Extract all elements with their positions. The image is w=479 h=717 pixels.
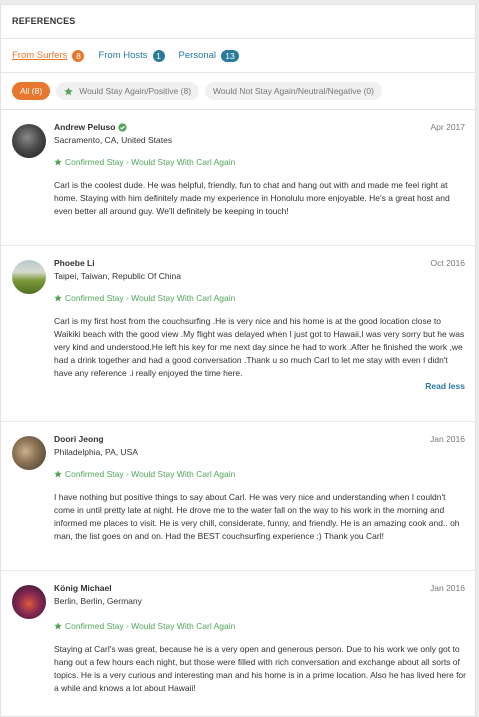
confirmed-stay: Confirmed Stay - Would Stay With Carl Ag… xyxy=(54,157,235,167)
review-text: Carl is the coolest dude. He was helpful… xyxy=(54,180,450,216)
confirmed-stay: Confirmed Stay - Would Stay With Carl Ag… xyxy=(54,469,235,479)
review-text: Staying at Carl's was great, because he … xyxy=(54,644,466,693)
star-icon xyxy=(54,158,62,166)
verified-icon xyxy=(118,122,128,132)
section-title: REFERENCES xyxy=(1,5,475,39)
count-badge: 1 xyxy=(152,49,165,62)
filter-label: Would Not Stay Again/Neutral/Negative (0… xyxy=(213,86,374,96)
review-date: Jan 2016 xyxy=(430,583,465,593)
reference-item: Doori Jeong Philadelphia, PA, USA Jan 20… xyxy=(1,422,475,571)
count-badge: 8 xyxy=(72,49,85,62)
tab-label: From Hosts xyxy=(98,49,148,61)
reviewer-location: Philadelphia, PA, USA xyxy=(54,447,138,457)
tab-label: Personal xyxy=(178,49,217,61)
tab-from-surfers[interactable]: From Surfers 8 xyxy=(12,49,85,62)
review-date: Oct 2016 xyxy=(430,258,466,268)
review-text: Carl is my first host from the couchsurf… xyxy=(54,316,465,378)
avatar[interactable] xyxy=(12,260,46,294)
avatar[interactable] xyxy=(12,124,46,158)
reviewer-location: Sacramento, CA, United States xyxy=(54,135,173,145)
review-text: I have nothing but positive things to sa… xyxy=(54,492,460,541)
references-panel: REFERENCES From Surfers 8 From Hosts 1 P… xyxy=(0,4,476,717)
filter-label: Would Stay Again/Positive (8) xyxy=(79,86,192,96)
filter-negative[interactable]: Would Not Stay Again/Neutral/Negative (0… xyxy=(205,82,382,100)
avatar[interactable] xyxy=(12,585,46,619)
read-less-link[interactable]: Read less xyxy=(425,381,465,391)
star-icon xyxy=(64,86,73,95)
tab-label: From Surfers xyxy=(12,49,68,61)
filter-label: All (8) xyxy=(20,86,43,96)
tab-personal[interactable]: Personal 13 xyxy=(178,49,240,62)
review-date: Apr 2017 xyxy=(430,122,466,132)
count-badge: 13 xyxy=(221,49,240,62)
avatar[interactable] xyxy=(12,436,46,470)
reviewer-name[interactable]: Phoebe Li xyxy=(54,258,95,268)
star-icon xyxy=(54,294,62,302)
filter-positive[interactable]: Would Stay Again/Positive (8) xyxy=(56,82,200,100)
reference-item: König Michael Berlin, Berlin, Germany Ja… xyxy=(1,571,475,716)
reviewer-location: Berlin, Berlin, Germany xyxy=(54,596,142,606)
reviewer-name[interactable]: König Michael xyxy=(54,583,112,593)
reference-tabs: From Surfers 8 From Hosts 1 Personal 13 xyxy=(1,39,475,73)
star-icon xyxy=(54,622,62,630)
reviewer-location: Taipei, Taiwan, Republic Of China xyxy=(54,271,181,281)
tab-from-hosts[interactable]: From Hosts 1 xyxy=(98,49,165,62)
reference-item: Phoebe Li Taipei, Taiwan, Republic Of Ch… xyxy=(1,246,475,422)
filter-all[interactable]: All (8) xyxy=(12,82,51,100)
star-icon xyxy=(54,470,62,478)
reviewer-name[interactable]: Doori Jeong xyxy=(54,434,104,444)
reviewer-name[interactable]: Andrew Peluso xyxy=(54,122,128,132)
confirmed-stay: Confirmed Stay - Would Stay With Carl Ag… xyxy=(54,293,235,303)
confirmed-stay: Confirmed Stay - Would Stay With Carl Ag… xyxy=(54,621,235,631)
reference-item: Andrew Peluso Sacramento, CA, United Sta… xyxy=(1,110,475,246)
review-date: Jan 2016 xyxy=(430,434,465,444)
filter-bar: All (8) Would Stay Again/Positive (8) Wo… xyxy=(1,73,475,110)
